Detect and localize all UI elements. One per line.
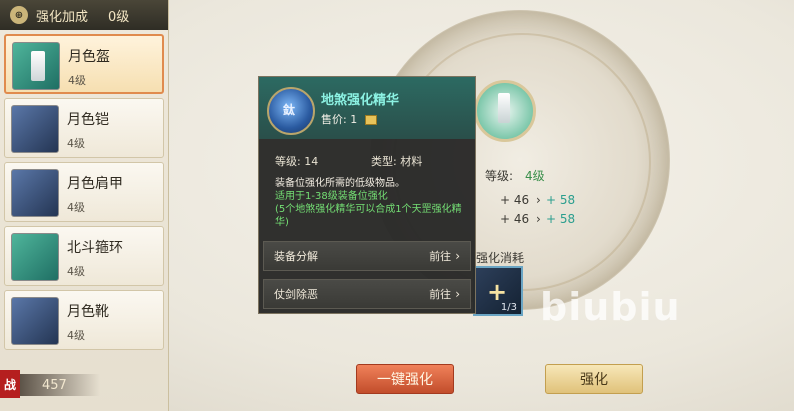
equipment-item[interactable]: 月色靴 4级 — [4, 290, 164, 350]
shoulder-armor-icon — [11, 169, 59, 217]
equipment-item[interactable]: 月色肩甲 4级 — [4, 162, 164, 222]
stat-next: + 58 — [546, 193, 576, 207]
header-level: 0级 — [108, 9, 130, 25]
go-link[interactable]: 前往 › — [429, 286, 460, 302]
equipment-item[interactable]: 月色铠 4级 — [4, 98, 164, 158]
essence-icon: 鈦 — [267, 87, 315, 135]
enhance-bonus-icon: ⊕ — [10, 6, 28, 24]
helmet-icon — [12, 42, 60, 90]
stat-plus: + 46 — [500, 193, 530, 207]
item-name: 月色盔 — [68, 49, 110, 65]
selected-equipment-icon — [474, 80, 536, 142]
tooltip-level: 等级: 14 — [275, 155, 319, 168]
enhance-bonus-header[interactable]: ⊕ 强化加成 0级 — [0, 0, 168, 30]
action-label: 装备分解 — [274, 250, 318, 263]
one-click-enhance-button[interactable]: 一键强化 — [356, 364, 454, 394]
combat-power-icon: 战 — [0, 370, 20, 398]
stat-next: + 58 — [546, 212, 576, 226]
price-label: 售价: — [321, 113, 347, 126]
equipment-list-panel: ⊕ 强化加成 0级 月色盔 4级 月色铠 4级 月色肩甲 4级 北斗箍环 4级 … — [0, 0, 169, 411]
arrow-icon: › — [536, 212, 541, 226]
level-value: 4级 — [525, 169, 545, 183]
chevron-right-icon: › — [455, 249, 460, 263]
price-value: 1 — [350, 113, 358, 126]
consume-count: 1/3 — [500, 302, 517, 313]
go-text: 前往 — [429, 288, 452, 301]
tooltip-action-row[interactable]: 仗剑除恶 前往 › — [263, 279, 471, 309]
stat-plus: + 46 — [500, 212, 530, 226]
tooltip-title: 地煞强化精华 — [321, 93, 400, 108]
tooltip-header: 鈦 地煞强化精华 售价: 1 — [259, 77, 475, 139]
enhance-button[interactable]: 强化 — [545, 364, 643, 394]
tooltip-action-row[interactable]: 装备分解 前往 › — [263, 241, 471, 271]
game-screen: ⊕ 强化加成 0级 月色盔 4级 月色铠 4级 月色肩甲 4级 北斗箍环 4级 … — [0, 0, 794, 411]
header-label: 强化加成 — [36, 9, 89, 25]
belt-icon — [11, 233, 59, 281]
go-text: 前往 — [429, 250, 452, 263]
tooltip-type: 类型: 材料 — [371, 155, 423, 168]
item-level: 4级 — [67, 137, 85, 150]
coin-icon — [364, 115, 377, 125]
item-level: 4级 — [67, 265, 85, 278]
item-level: 4级 — [67, 329, 85, 342]
equipment-item[interactable]: 月色盔 4级 — [4, 34, 164, 94]
tooltip-desc-usage: 适用于1-38级装备位强化 — [275, 191, 388, 202]
tooltip-desc-main: 装备位强化所需的低级物品。 — [275, 178, 405, 189]
item-level: 4级 — [68, 74, 86, 87]
combat-power-value: 457 — [42, 378, 67, 393]
level-label: 等级: — [485, 169, 514, 183]
armor-icon — [11, 105, 59, 153]
item-name: 北斗箍环 — [67, 240, 123, 256]
go-link[interactable]: 前往 › — [429, 248, 460, 264]
item-level: 4级 — [67, 201, 85, 214]
item-name: 月色肩甲 — [67, 176, 123, 192]
consume-item-slot[interactable]: + 1/3 — [473, 266, 523, 316]
item-tooltip: 鈦 地煞强化精华 售价: 1 等级: 14 类型: 材料 装备位强化所需的低级物… — [258, 76, 476, 314]
tooltip-price: 售价: 1 — [321, 111, 377, 127]
arrow-icon: › — [536, 193, 541, 207]
item-name: 月色靴 — [67, 304, 109, 320]
action-label: 仗剑除恶 — [274, 288, 318, 301]
boots-icon — [11, 297, 59, 345]
watermark: biubiu — [540, 285, 681, 329]
item-name: 月色铠 — [67, 112, 109, 128]
tooltip-desc-note: (5个地煞强化精华可以合成1个天罡强化精华) — [275, 204, 462, 228]
consume-label: 强化消耗 — [476, 251, 525, 265]
chevron-right-icon: › — [455, 287, 460, 301]
tooltip-description: 装备位强化所需的低级物品。 适用于1-38级装备位强化 (5个地煞强化精华可以合… — [275, 177, 465, 229]
equipment-item[interactable]: 北斗箍环 4级 — [4, 226, 164, 286]
